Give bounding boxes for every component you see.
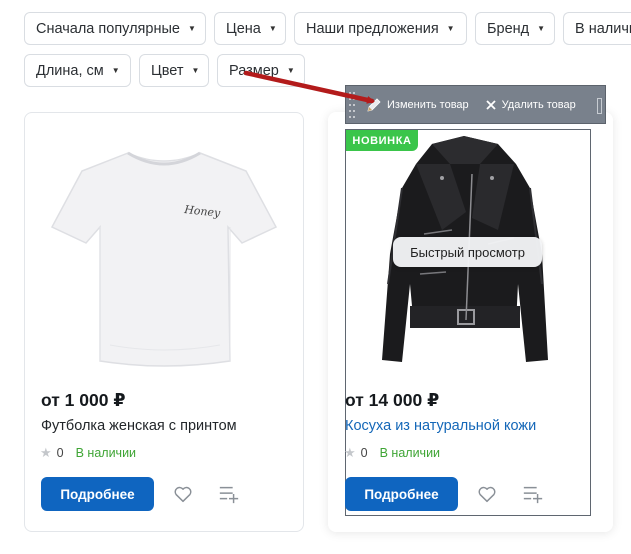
product-title-link[interactable]: Косуха из натуральной кожи bbox=[345, 418, 536, 434]
heart-icon[interactable] bbox=[172, 483, 194, 505]
drag-handle-icon[interactable] bbox=[348, 85, 356, 124]
caret-down-icon: ▼ bbox=[187, 24, 196, 33]
filter-label: Цена bbox=[226, 20, 261, 37]
filter-brand[interactable]: Бренд ▼ bbox=[475, 12, 555, 45]
pencil-icon bbox=[367, 97, 381, 112]
rating-value: 0 bbox=[360, 446, 368, 460]
filter-label: Размер bbox=[229, 62, 279, 79]
filter-label: В наличи bbox=[575, 20, 631, 37]
rating-row: ★ 0 В наличии bbox=[344, 445, 440, 461]
caret-down-icon: ▼ bbox=[191, 66, 200, 75]
filter-availability[interactable]: В наличи bbox=[563, 12, 631, 45]
details-button[interactable]: Подробнее bbox=[345, 477, 458, 511]
close-icon bbox=[486, 99, 496, 110]
filter-label: Длина, см bbox=[36, 62, 104, 79]
filter-offers[interactable]: Наши предложения ▼ bbox=[294, 12, 467, 45]
compare-list-icon[interactable] bbox=[218, 483, 240, 505]
star-icon: ★ bbox=[40, 445, 52, 460]
filter-price[interactable]: Цена ▼ bbox=[214, 12, 286, 45]
caret-down-icon: ▼ bbox=[111, 66, 120, 75]
filter-label: Цвет bbox=[151, 62, 184, 79]
new-badge: НОВИНКА bbox=[346, 130, 418, 151]
filter-label: Бренд bbox=[487, 20, 530, 37]
product-price: от 14 000 ₽ bbox=[345, 390, 440, 410]
filter-label: Наши предложения bbox=[306, 20, 439, 37]
availability-status: В наличии bbox=[75, 446, 137, 460]
delete-product-button[interactable]: Удалить товар bbox=[485, 99, 576, 111]
filter-color[interactable]: Цвет ▼ bbox=[139, 54, 209, 87]
filter-sort-popular[interactable]: Сначала популярные ▼ bbox=[24, 12, 206, 45]
availability-status: В наличии bbox=[379, 446, 441, 460]
delete-product-label: Удалить товар bbox=[501, 98, 576, 111]
caret-down-icon: ▼ bbox=[537, 24, 546, 33]
filter-length[interactable]: Длина, см ▼ bbox=[24, 54, 131, 87]
product-image-tshirt[interactable]: Honey bbox=[50, 135, 278, 370]
edit-product-button[interactable]: Изменить товар bbox=[366, 97, 469, 113]
rating-row: ★ 0 В наличии bbox=[40, 445, 136, 461]
heart-icon[interactable] bbox=[476, 483, 498, 505]
filter-size[interactable]: Размер ▼ bbox=[217, 54, 305, 87]
admin-toolbar: Изменить товар Удалить товар bbox=[345, 85, 606, 124]
product-price: от 1 000 ₽ bbox=[41, 390, 126, 410]
caret-down-icon: ▼ bbox=[286, 66, 295, 75]
filter-label: Сначала популярные bbox=[36, 20, 180, 37]
compare-list-icon[interactable] bbox=[522, 483, 544, 505]
caret-down-icon: ▼ bbox=[268, 24, 277, 33]
caret-down-icon: ▼ bbox=[446, 24, 455, 33]
quick-view-button[interactable]: Быстрый просмотр bbox=[393, 237, 542, 267]
product-title[interactable]: Футболка женская с принтом bbox=[41, 418, 237, 434]
rating-value: 0 bbox=[56, 446, 64, 460]
star-icon: ★ bbox=[344, 445, 356, 460]
edit-product-label: Изменить товар bbox=[387, 98, 469, 111]
toolbar-resize-handle[interactable] bbox=[597, 98, 602, 114]
details-button[interactable]: Подробнее bbox=[41, 477, 154, 511]
